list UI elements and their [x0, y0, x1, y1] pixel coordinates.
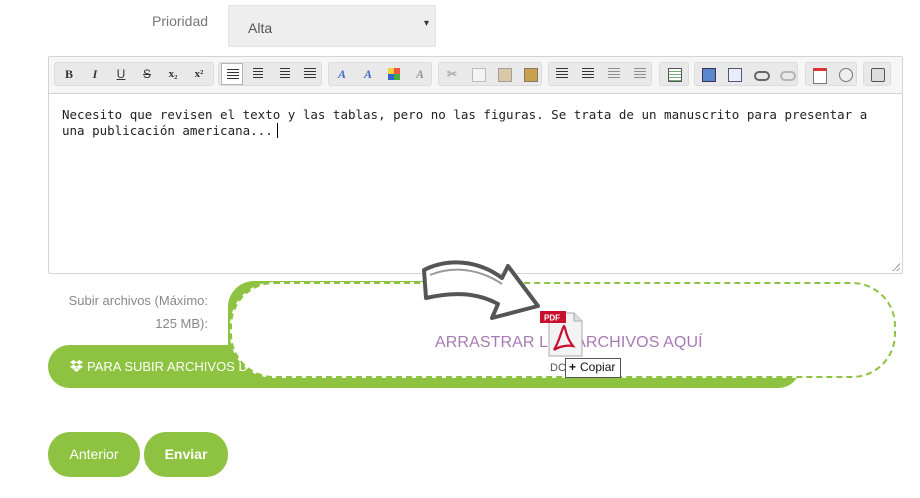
cut-icon[interactable]: ✂ [441, 63, 463, 85]
table-button[interactable] [663, 63, 685, 85]
indent-icon [634, 68, 646, 79]
dropbox-icon [70, 360, 83, 372]
calendar-button[interactable] [808, 63, 830, 85]
calendar-icon [813, 68, 827, 84]
color-palette-button[interactable] [383, 63, 405, 85]
upload-button-text: PARA SUBIR ARCHIVOS D [87, 359, 248, 374]
strikethrough-button[interactable]: S [136, 63, 158, 85]
color-palette-icon [388, 68, 400, 80]
align-center-icon [253, 68, 263, 79]
superscript-button[interactable]: x² [188, 63, 210, 85]
upload-button-label: PARA SUBIR ARCHIVOS D [70, 359, 248, 374]
style-group: A A A [328, 62, 432, 86]
font-size-icon[interactable]: A [357, 63, 379, 85]
rich-text-editor[interactable]: B I U S x₂ x² A A A ✂ Necesito que revis… [48, 56, 903, 274]
outdent-icon [608, 68, 620, 79]
underline-button[interactable]: U [110, 63, 132, 85]
justify-button[interactable] [299, 63, 321, 85]
bullet-list-button[interactable] [551, 63, 573, 85]
copy-icon [472, 68, 486, 82]
paste-icon [498, 68, 512, 82]
align-center-button[interactable] [247, 63, 269, 85]
outdent-button[interactable] [603, 63, 625, 85]
text-cursor [276, 123, 278, 138]
editor-text: Necesito que revisen el texto y las tabl… [62, 107, 868, 138]
email-icon [728, 68, 742, 82]
italic-button[interactable]: I [84, 63, 106, 85]
editor-content[interactable]: Necesito que revisen el texto y las tabl… [62, 107, 892, 139]
format-group: B I U S x₂ x² [54, 62, 214, 86]
pdf-file-icon: PDF [540, 310, 586, 363]
clock-icon [839, 68, 853, 82]
paste-button[interactable] [493, 63, 515, 85]
unlink-icon [780, 71, 796, 81]
editor-toolbar: B I U S x₂ x² A A A ✂ [49, 57, 902, 94]
upload-label: Subir archivos (Máximo: 125 MB): [68, 293, 208, 331]
chevron-down-icon: ▾ [423, 18, 429, 29]
link-icon [754, 71, 770, 81]
date-group [805, 62, 857, 86]
bold-button[interactable]: B [58, 63, 80, 85]
priority-select[interactable]: Alta ▾ [228, 5, 436, 47]
paste-text-icon [524, 68, 538, 82]
table-icon [668, 68, 682, 82]
table-group [659, 62, 689, 86]
time-button[interactable] [834, 63, 856, 85]
font-icon[interactable]: A [331, 63, 353, 85]
link-button[interactable] [749, 63, 771, 85]
pdf-badge-text: PDF [544, 314, 560, 323]
align-left-button[interactable] [221, 63, 243, 85]
image-button[interactable] [697, 63, 719, 85]
resize-handle-icon[interactable] [892, 263, 900, 271]
insert-group [694, 62, 798, 86]
priority-label: Prioridad [152, 13, 209, 29]
align-left-icon [227, 69, 239, 80]
unlink-button[interactable] [775, 63, 797, 85]
remove-format-icon[interactable]: A [409, 63, 431, 85]
previous-button[interactable]: Anterior [48, 432, 140, 477]
justify-icon [304, 68, 316, 79]
clipboard-group: ✂ [438, 62, 542, 86]
copy-button[interactable] [467, 63, 489, 85]
bullet-list-icon [556, 68, 568, 79]
align-right-button[interactable] [273, 63, 295, 85]
priority-value: Alta [248, 20, 273, 36]
paste-text-button[interactable] [519, 63, 541, 85]
numbered-list-icon [582, 68, 594, 79]
image-icon [702, 68, 716, 82]
list-group [548, 62, 652, 86]
subscript-button[interactable]: x₂ [162, 63, 184, 85]
drag-file-ghost-label: DC [550, 362, 566, 374]
plus-icon: + [569, 360, 577, 374]
align-right-icon [280, 68, 290, 79]
email-button[interactable] [723, 63, 745, 85]
drag-arrow-icon [418, 248, 543, 333]
indent-button[interactable] [629, 63, 651, 85]
send-button[interactable]: Enviar [144, 432, 228, 477]
align-group [218, 62, 322, 86]
numbered-list-button[interactable] [577, 63, 599, 85]
printer-icon [871, 68, 885, 82]
drag-copy-tooltip: + Copiar [565, 358, 622, 378]
drag-copy-label: Copiar [580, 360, 616, 374]
print-group [863, 62, 891, 86]
print-button[interactable] [866, 63, 888, 85]
